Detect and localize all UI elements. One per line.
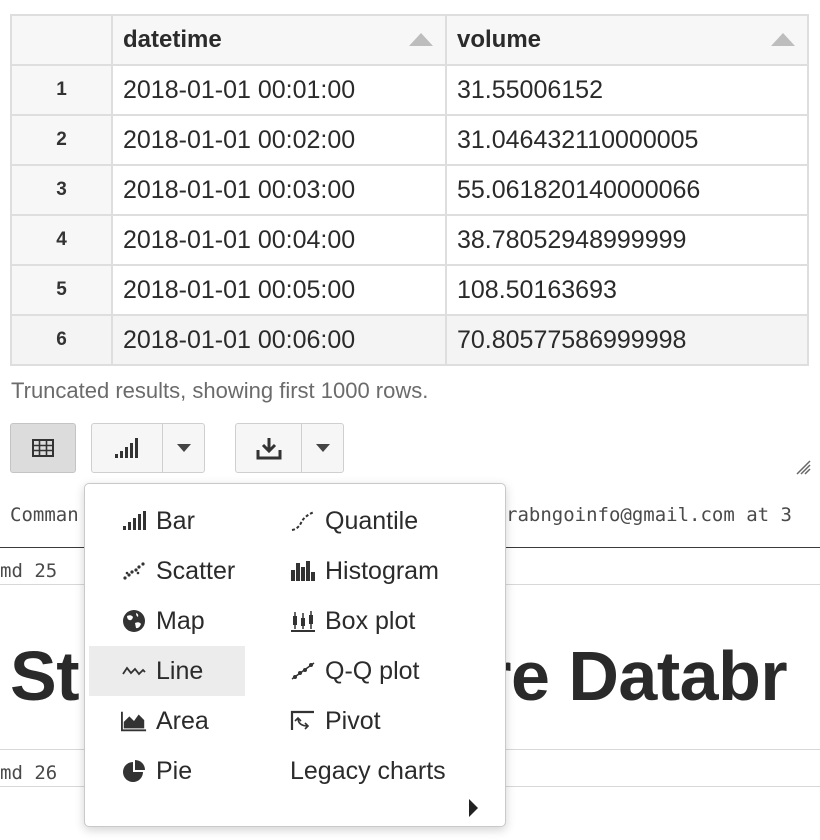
menu-item-area[interactable]: Area xyxy=(121,696,281,746)
table-row: 1 2018-01-01 00:01:00 31.55006152 xyxy=(10,64,809,116)
menu-item-label: Legacy charts xyxy=(290,756,446,785)
quantile-icon xyxy=(290,508,316,534)
cell-volume: 108.50163693 xyxy=(445,264,809,316)
row-index: 3 xyxy=(10,164,113,216)
table-header-row: datetime volume xyxy=(10,14,809,66)
line-icon xyxy=(121,658,147,684)
cell-volume: 31.046432110000005 xyxy=(445,114,809,166)
menu-item-label: Area xyxy=(156,706,209,735)
pivot-icon xyxy=(290,708,316,734)
resize-handle-icon[interactable] xyxy=(795,459,811,480)
download-button[interactable] xyxy=(235,423,302,473)
table-row: 5 2018-01-01 00:05:00 108.50163693 xyxy=(10,264,809,316)
index-column-header xyxy=(10,14,113,66)
table-row: 3 2018-01-01 00:03:00 55.061820140000066 xyxy=(10,164,809,216)
menu-item-quantile[interactable]: Quantile xyxy=(290,496,495,546)
truncated-results-note: Truncated results, showing first 1000 ro… xyxy=(11,378,429,403)
menu-item-label: Pie xyxy=(156,756,193,785)
heading-left: St xyxy=(10,637,80,715)
box-plot-icon xyxy=(290,608,316,634)
area-icon xyxy=(121,708,147,734)
menu-item-label: Box plot xyxy=(325,606,416,635)
cell-volume: 31.55006152 xyxy=(445,64,809,116)
sort-icon[interactable] xyxy=(409,33,433,46)
globe-icon xyxy=(121,608,147,634)
menu-item-map[interactable]: Map xyxy=(121,596,281,646)
menu-item-qq-plot[interactable]: Q-Q plot xyxy=(290,646,495,696)
chevron-down-icon xyxy=(315,444,330,452)
column-header-volume[interactable]: volume xyxy=(445,14,809,66)
cell-datetime: 2018-01-01 00:01:00 xyxy=(111,64,447,116)
menu-item-histogram[interactable]: Histogram xyxy=(290,546,495,596)
pie-icon xyxy=(121,758,147,784)
row-index: 4 xyxy=(10,214,113,266)
chart-type-menu: Bar Scatter Map Line Area Pie Quantile H… xyxy=(84,483,506,827)
sort-icon[interactable] xyxy=(771,33,795,46)
menu-item-label: Scatter xyxy=(156,556,236,585)
cell-volume: 70.80577586999998 xyxy=(445,314,809,366)
menu-item-legacy-charts[interactable]: Legacy charts xyxy=(290,746,495,796)
chart-button[interactable] xyxy=(91,423,163,473)
menu-item-label: Histogram xyxy=(325,556,439,585)
scatter-icon xyxy=(121,558,147,584)
results-table: datetime volume 1 2018-01-01 00:01:00 31… xyxy=(10,14,809,366)
cell-datetime: 2018-01-01 00:03:00 xyxy=(111,164,447,216)
column-header-label: datetime xyxy=(123,26,222,53)
cell-volume: 55.061820140000066 xyxy=(445,164,809,216)
cell-datetime: 2018-01-01 00:05:00 xyxy=(111,264,447,316)
column-header-datetime[interactable]: datetime xyxy=(111,14,447,66)
cell-label-cmd25: md 25 xyxy=(0,560,58,582)
qq-plot-icon xyxy=(290,658,316,684)
download-dropdown-button[interactable] xyxy=(301,423,344,473)
menu-item-label: Line xyxy=(156,656,204,685)
menu-item-bar[interactable]: Bar xyxy=(121,496,281,546)
table-row: 2 2018-01-01 00:02:00 31.046432110000005 xyxy=(10,114,809,166)
menu-item-line[interactable]: Line xyxy=(89,646,245,696)
table-grid-icon xyxy=(32,439,54,457)
menu-item-label: Pivot xyxy=(325,706,381,735)
bar-icon xyxy=(121,508,147,534)
table-view-button[interactable] xyxy=(10,423,76,473)
command-info-right: rabngoinfo@gmail.com at 3 xyxy=(506,504,792,526)
submenu-arrow-icon[interactable] xyxy=(469,799,478,817)
menu-item-pie[interactable]: Pie xyxy=(121,746,281,796)
menu-item-scatter[interactable]: Scatter xyxy=(121,546,281,596)
bar-chart-icon xyxy=(115,438,138,458)
cell-datetime: 2018-01-01 00:04:00 xyxy=(111,214,447,266)
menu-item-label: Bar xyxy=(156,506,195,535)
command-info-left: Comman xyxy=(10,504,79,526)
cell-label-cmd26: md 26 xyxy=(0,762,58,784)
chevron-down-icon xyxy=(176,444,191,452)
row-index: 5 xyxy=(10,264,113,316)
row-index: 1 xyxy=(10,64,113,116)
cell-volume: 38.78052948999999 xyxy=(445,214,809,266)
table-row: 6 2018-01-01 00:06:00 70.80577586999998 xyxy=(10,314,809,366)
table-row: 4 2018-01-01 00:04:00 38.78052948999999 xyxy=(10,214,809,266)
menu-item-label: Q-Q plot xyxy=(325,656,420,685)
cell-datetime: 2018-01-01 00:06:00 xyxy=(111,314,447,366)
column-header-label: volume xyxy=(457,26,542,53)
row-index: 6 xyxy=(10,314,113,366)
menu-item-box-plot[interactable]: Box plot xyxy=(290,596,495,646)
menu-item-label: Map xyxy=(156,606,205,635)
histogram-icon xyxy=(290,558,316,584)
cell-datetime: 2018-01-01 00:02:00 xyxy=(111,114,447,166)
menu-item-pivot[interactable]: Pivot xyxy=(290,696,495,746)
download-icon xyxy=(256,438,281,460)
row-index: 2 xyxy=(10,114,113,166)
menu-item-label: Quantile xyxy=(325,506,419,535)
chart-type-dropdown-button[interactable] xyxy=(162,423,205,473)
